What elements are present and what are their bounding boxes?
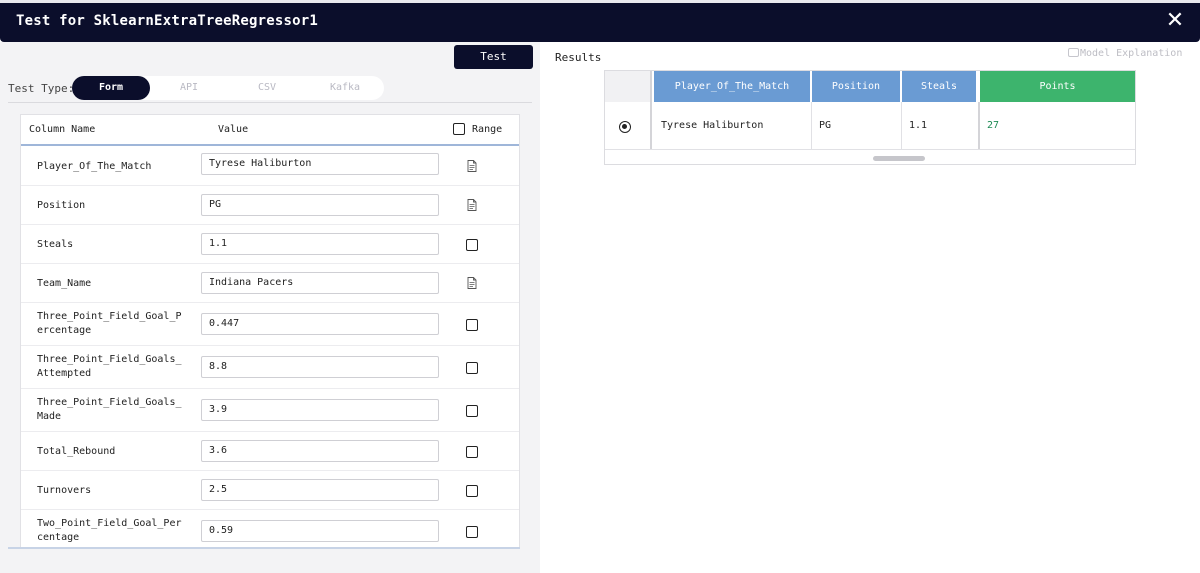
- column-name: Player_Of_The_Match: [37, 161, 152, 172]
- form-scrollbar[interactable]: [8, 547, 520, 549]
- range-toggle[interactable]: Range: [453, 123, 502, 135]
- input-form-table: Column Name Value Range Player_Of_The_Ma…: [20, 114, 520, 549]
- select-column-header: [605, 71, 652, 102]
- horizontal-scrollbar[interactable]: [873, 156, 925, 161]
- test-type-label: Test Type:: [8, 82, 75, 95]
- value-input[interactable]: 0.447: [201, 313, 439, 335]
- value-input[interactable]: 3.9: [201, 399, 439, 421]
- tab-api[interactable]: API: [150, 76, 228, 100]
- range-checkbox[interactable]: [466, 485, 478, 497]
- value-input[interactable]: PG: [201, 194, 439, 216]
- column-name: Steals: [37, 239, 74, 250]
- column-header-player-of-the-match: Player_Of_The_Match: [654, 71, 811, 102]
- form-row-team-name: Team_Name Indiana Pacers: [21, 264, 519, 303]
- form-row-turnovers: Turnovers 2.5: [21, 471, 519, 510]
- value-input[interactable]: 8.8: [201, 356, 439, 378]
- test-button[interactable]: Test: [454, 45, 533, 69]
- window-title: Test for SklearnExtraTreeRegressor1: [16, 13, 319, 29]
- form-row-two-point-fg-pct: Two_Point_Field_Goal_Percentage 0.59: [21, 510, 519, 548]
- value-input[interactable]: 2.5: [201, 479, 439, 501]
- form-row-three-point-fg-pct: Three_Point_Field_Goal_Percentage 0.447: [21, 303, 519, 346]
- cell-position: PG: [812, 102, 902, 149]
- range-checkbox[interactable]: [466, 405, 478, 417]
- results-label: Results: [555, 51, 602, 64]
- document-icon[interactable]: [466, 160, 478, 172]
- chat-icon: [1068, 48, 1079, 57]
- model-explanation-label: Model Explanation: [1080, 48, 1183, 59]
- range-checkbox[interactable]: [453, 123, 465, 135]
- column-header-position: Position: [812, 71, 901, 102]
- range-checkbox[interactable]: [466, 362, 478, 374]
- column-name: Three_Point_Field_Goals_Made: [37, 397, 182, 422]
- range-label: Range: [472, 124, 503, 135]
- value-input[interactable]: 3.6: [201, 440, 439, 462]
- value-header: Value: [218, 124, 249, 135]
- column-header-points: Points: [980, 71, 1135, 102]
- test-form-panel: Test Test Type: Form API CSV Kafka Colum…: [0, 42, 540, 573]
- divider: [8, 102, 532, 103]
- range-checkbox[interactable]: [466, 239, 478, 251]
- form-rows: Player_Of_The_Match Tyrese Haliburton Po…: [21, 147, 519, 548]
- value-input[interactable]: Tyrese Haliburton: [201, 153, 439, 175]
- value-input[interactable]: 0.59: [201, 520, 439, 542]
- results-panel: Results Model Explanation Player_Of_The_…: [540, 42, 1200, 573]
- range-checkbox[interactable]: [466, 319, 478, 331]
- range-checkbox[interactable]: [466, 446, 478, 458]
- cell-steals: 1.1: [902, 102, 980, 149]
- form-row-position: Position PG: [21, 186, 519, 225]
- value-input[interactable]: Indiana Pacers: [201, 272, 439, 294]
- title-bar: Test for SklearnExtraTreeRegressor1 ✕: [0, 0, 1200, 42]
- row-divider: [605, 149, 1135, 150]
- document-icon[interactable]: [466, 199, 478, 211]
- document-icon[interactable]: [466, 277, 478, 289]
- model-explanation-button[interactable]: Model Explanation: [1068, 48, 1182, 59]
- value-input[interactable]: 1.1: [201, 233, 439, 255]
- column-name: Three_Point_Field_Goal_Percentage: [37, 311, 182, 336]
- column-name-header: Column Name: [29, 124, 96, 135]
- tab-csv[interactable]: CSV: [228, 76, 306, 100]
- form-header: Column Name Value Range: [21, 115, 519, 146]
- form-row-player-of-the-match: Player_Of_The_Match Tyrese Haliburton: [21, 147, 519, 186]
- form-row-three-point-fga: Three_Point_Field_Goals_Attempted 8.8: [21, 346, 519, 389]
- column-name: Position: [37, 200, 86, 211]
- form-row-steals: Steals 1.1: [21, 225, 519, 264]
- cell-points: 27: [987, 120, 1000, 131]
- tab-kafka[interactable]: Kafka: [306, 76, 384, 100]
- column-name: Three_Point_Field_Goals_Attempted: [37, 354, 182, 379]
- results-table: Player_Of_The_Match Position Steals Poin…: [604, 70, 1136, 165]
- column-name: Two_Point_Field_Goal_Percentage: [37, 518, 182, 543]
- test-type-tabs: Form API CSV Kafka: [72, 76, 384, 100]
- column-header-steals: Steals: [902, 71, 978, 102]
- cell-player-of-the-match: Tyrese Haliburton: [654, 102, 812, 149]
- column-name: Team_Name: [37, 278, 92, 289]
- tab-form[interactable]: Form: [72, 76, 150, 100]
- form-row-three-point-fgm: Three_Point_Field_Goals_Made 3.9: [21, 389, 519, 432]
- close-icon[interactable]: ✕: [1164, 10, 1186, 32]
- column-name: Total_Rebound: [37, 446, 116, 457]
- form-row-total-rebound: Total_Rebound 3.6: [21, 432, 519, 471]
- range-checkbox[interactable]: [466, 526, 478, 538]
- column-name: Turnovers: [37, 485, 92, 496]
- select-cell: [605, 102, 652, 149]
